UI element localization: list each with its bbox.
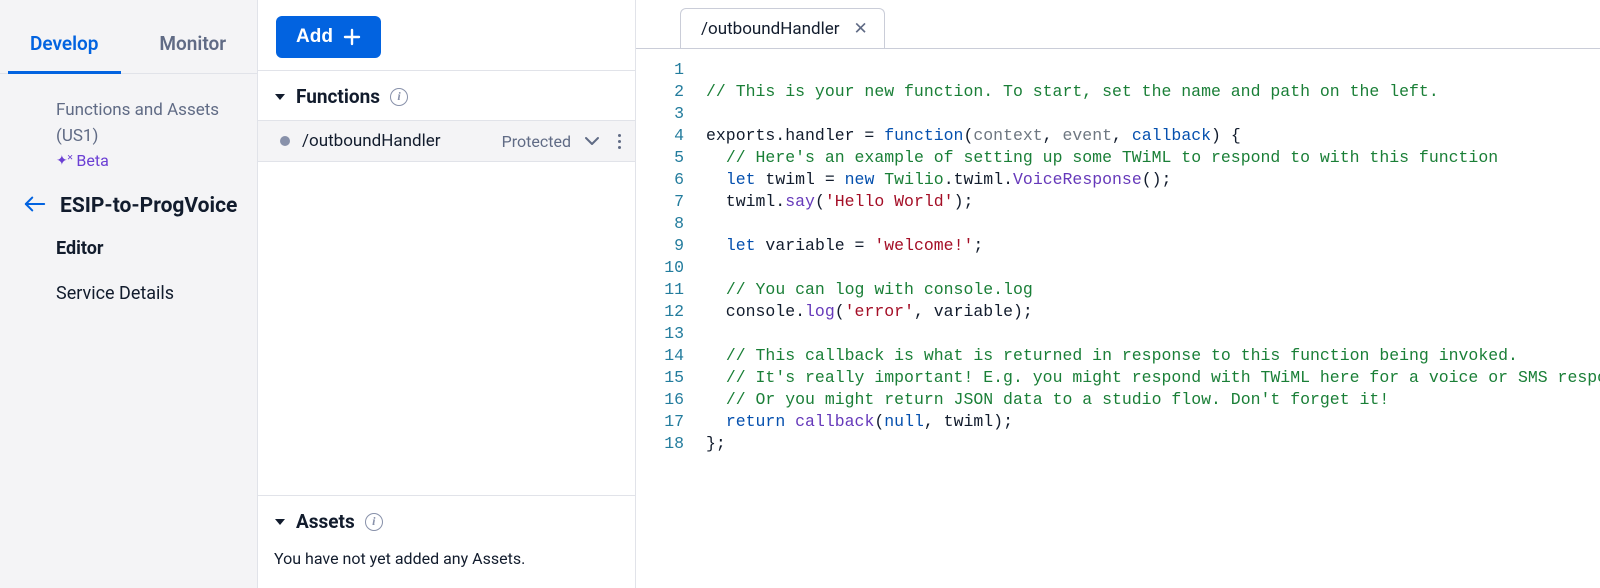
line-number: 11 [644,279,684,301]
info-icon[interactable]: i [365,513,383,531]
nav-service-details[interactable]: Service Details [0,271,257,316]
add-button[interactable]: Add [276,16,381,58]
status-dot-icon [280,136,290,146]
functions-list: /outboundHandler Protected [258,120,635,495]
service-name: ESIP-to-ProgVoice [60,194,237,218]
code-line: // It's really important! E.g. you might… [706,367,1600,389]
resource-panel: Add Functions i /outboundHandler Protecte… [258,0,636,588]
function-visibility: Protected [502,132,571,151]
assets-empty-message: You have not yet added any Assets. [258,545,635,588]
code-line: twiml.say('Hello World'); [706,191,1600,213]
functions-section-header[interactable]: Functions i [258,70,635,120]
close-icon[interactable]: ✕ [854,19,868,39]
editor-tab-label: /outboundHandler [701,19,840,39]
editor-tab[interactable]: /outboundHandler ✕ [680,8,885,48]
plus-icon [343,28,361,46]
service-header: ESIP-to-ProgVoice [0,170,257,226]
breadcrumb-line1: Functions and Assets [0,98,257,124]
line-number: 3 [644,103,684,125]
assets-section-label: Assets [296,510,355,533]
add-button-label: Add [296,26,333,48]
line-number: 15 [644,367,684,389]
sparkle-icon: ✦˟ [56,152,72,169]
line-number: 16 [644,389,684,411]
add-row: Add [258,0,635,70]
nav-editor[interactable]: Editor [0,226,257,271]
function-item[interactable]: /outboundHandler Protected [258,120,635,162]
line-number: 2 [644,81,684,103]
info-icon[interactable]: i [390,88,408,106]
back-arrow-icon[interactable] [24,195,46,217]
code-line: return callback(null, twiml); [706,411,1600,433]
app-root: Develop Monitor Functions and Assets (US… [0,0,1600,588]
kebab-menu-icon[interactable] [613,134,625,149]
line-number: 8 [644,213,684,235]
line-number: 6 [644,169,684,191]
code-line: let twiml = new Twilio.twiml.VoiceRespon… [706,169,1600,191]
code-line [706,257,1600,279]
beta-badge: ✦˟ Beta [0,149,257,170]
code-line: console.log('error', variable); [706,301,1600,323]
line-number: 10 [644,257,684,279]
tab-develop[interactable]: Develop [0,32,129,73]
assets-section-header[interactable]: Assets i [258,496,635,545]
line-number: 13 [644,323,684,345]
code-line: }; [706,433,1600,455]
chevron-down-icon[interactable] [583,135,601,147]
code-content[interactable]: // This is your new function. To start, … [698,49,1600,588]
line-number: 5 [644,147,684,169]
beta-label: Beta [76,151,108,170]
line-number-gutter: 123456789101112131415161718 [636,49,698,588]
editor-pane: /outboundHandler ✕ 123456789101112131415… [636,0,1600,588]
line-number: 18 [644,433,684,455]
line-number: 7 [644,191,684,213]
breadcrumb-line2: (US1) [0,124,257,150]
functions-section-label: Functions [296,85,380,108]
line-number: 1 [644,59,684,81]
tab-monitor[interactable]: Monitor [129,32,258,73]
line-number: 17 [644,411,684,433]
code-area[interactable]: 123456789101112131415161718 // This is y… [636,48,1600,588]
caret-down-icon [274,517,286,527]
line-number: 4 [644,125,684,147]
code-line: // Here's an example of setting up some … [706,147,1600,169]
line-number: 9 [644,235,684,257]
sidebar: Develop Monitor Functions and Assets (US… [0,0,258,588]
code-line [706,59,1600,81]
code-line: // This callback is what is returned in … [706,345,1600,367]
code-line: let variable = 'welcome!'; [706,235,1600,257]
sidebar-tabs: Develop Monitor [0,0,257,74]
line-number: 12 [644,301,684,323]
code-line: exports.handler = function(context, even… [706,125,1600,147]
code-line [706,213,1600,235]
code-line: // Or you might return JSON data to a st… [706,389,1600,411]
sidebar-body: Functions and Assets (US1) ✦˟ Beta ESIP-… [0,74,257,316]
assets-section: Assets i You have not yet added any Asse… [258,495,635,588]
function-name: /outboundHandler [302,131,490,151]
code-line [706,323,1600,345]
code-line: // This is your new function. To start, … [706,81,1600,103]
code-line: // You can log with console.log [706,279,1600,301]
line-number: 14 [644,345,684,367]
caret-down-icon [274,92,286,102]
editor-tab-bar: /outboundHandler ✕ [636,0,1600,48]
code-line [706,103,1600,125]
